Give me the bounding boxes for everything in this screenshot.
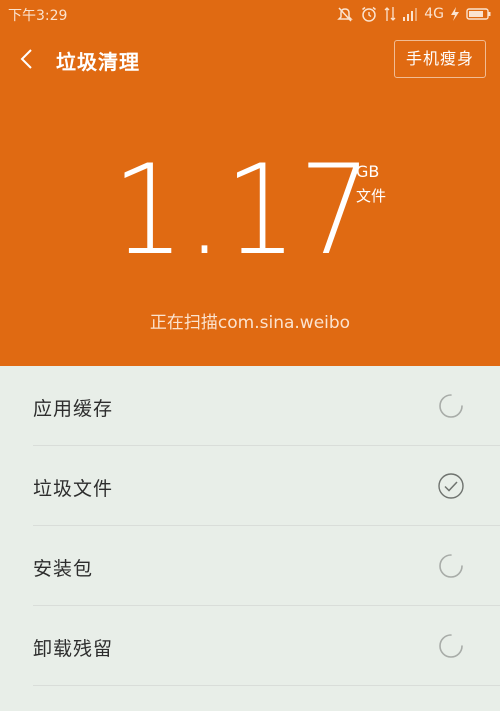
list-item-install-packages[interactable]: 安装包 [0, 526, 500, 606]
junk-category-list: 应用缓存 垃圾文件 安装包 卸载残留 [0, 366, 500, 711]
list-item-label: 应用缓存 [33, 398, 114, 420]
data-arrows-icon [384, 5, 396, 23]
signal-icon [402, 6, 418, 22]
status-bar: 下午3:29 4G [0, 0, 500, 28]
list-item-app-cache[interactable]: 应用缓存 [0, 366, 500, 446]
junk-size-unit: GB [356, 162, 380, 181]
list-item-label: 卸载残留 [33, 638, 114, 660]
page-title: 垃圾清理 [56, 50, 140, 74]
title-bar: 垃圾清理 手机瘦身 [0, 36, 500, 84]
status-icons: 4G [336, 4, 492, 24]
junk-size-display: 1.17 GB 文件 [0, 142, 500, 282]
spinner-icon [437, 632, 465, 660]
status-time: 下午3:29 [8, 8, 68, 24]
header-panel: 下午3:29 4G 垃圾清理 手机瘦身 1.17 GB 文件 正在扫描com.s… [0, 0, 500, 366]
list-item-junk-files[interactable]: 垃圾文件 [0, 446, 500, 526]
spinner-icon [437, 552, 465, 580]
mute-icon [336, 5, 354, 23]
alarm-icon [360, 5, 378, 23]
scan-status-text: 正在扫描com.sina.weibo [149, 313, 351, 333]
list-item-label: 安装包 [33, 558, 94, 580]
check-circle-icon [437, 472, 465, 500]
network-type: 4G [424, 6, 444, 22]
list-item-uninstall-residue[interactable]: 卸载残留 [0, 606, 500, 686]
battery-icon [466, 7, 492, 21]
divider [33, 685, 500, 686]
junk-size-label: 文件 [356, 187, 387, 205]
phone-slim-button[interactable]: 手机瘦身 [393, 40, 486, 78]
spinner-icon [437, 392, 465, 420]
chevron-left-icon[interactable] [14, 46, 40, 72]
junk-size-value: 1.17 [112, 139, 374, 283]
list-item-label: 垃圾文件 [33, 478, 114, 500]
charging-icon [450, 6, 460, 22]
